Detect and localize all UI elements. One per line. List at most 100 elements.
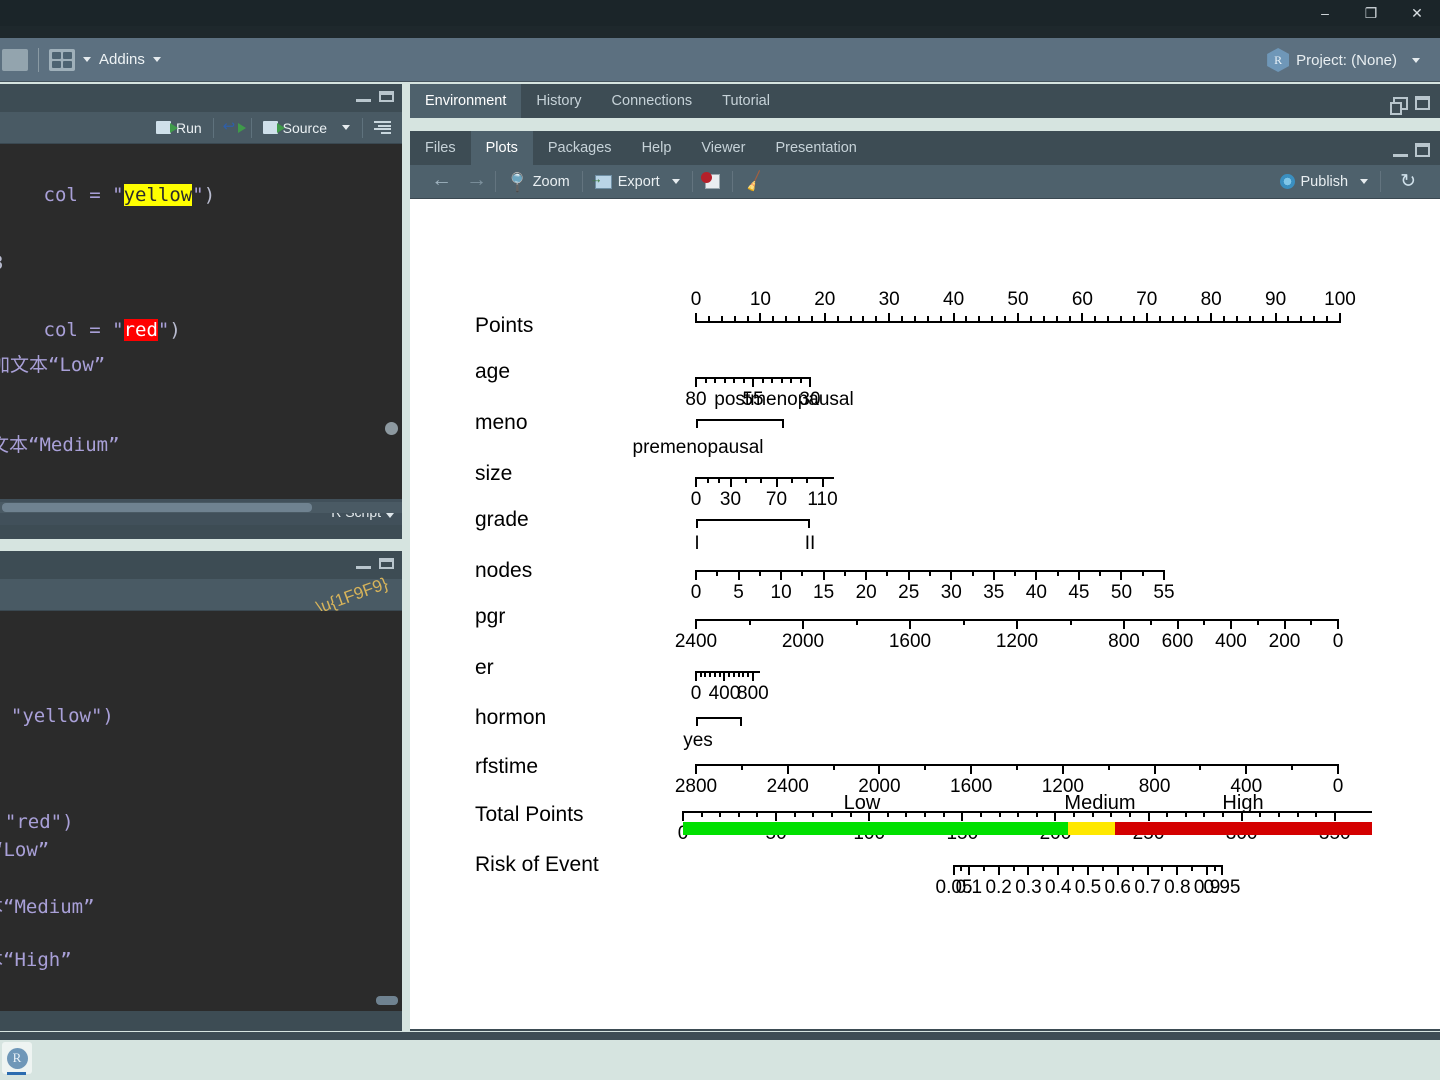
axis-major-tick-size-3 bbox=[821, 477, 824, 487]
previous-plot-button[interactable] bbox=[422, 168, 457, 192]
axis-major-tick-er-0 bbox=[695, 671, 697, 681]
editor-horizontal-scrollbar[interactable] bbox=[0, 502, 402, 513]
run-button[interactable]: Run bbox=[149, 120, 209, 136]
remove-plot-button[interactable] bbox=[696, 172, 729, 189]
source-chevron-down-icon[interactable] bbox=[342, 125, 350, 130]
axis-tick-label-Risk of Event-2: 0.2 bbox=[985, 877, 1012, 898]
refresh-plot-button[interactable]: ↻ bbox=[1384, 170, 1432, 193]
axis-minor-tick-Points-5-1 bbox=[1029, 316, 1032, 322]
axis-line-hormon bbox=[696, 717, 742, 719]
editor-scroll-indicator[interactable] bbox=[385, 422, 398, 435]
plots-minimize-icon[interactable] bbox=[1393, 146, 1408, 157]
env-minimize-icon[interactable] bbox=[1390, 97, 1408, 115]
axis-major-tick-Risk of Event-7 bbox=[1146, 865, 1149, 875]
nomogram-plot-canvas[interactable]: Points 0 10 20 30 40 50 60 70 80 90 100 age 80 55 30 men… bbox=[410, 199, 1440, 1029]
axis-minor-tick-Points-0-2 bbox=[720, 316, 723, 322]
export-chevron-down-icon[interactable] bbox=[671, 179, 680, 184]
axis-minor-tick-Points-7-4 bbox=[1197, 316, 1200, 322]
axis-minor-tick-nodes-9-1 bbox=[1099, 570, 1102, 576]
outline-button[interactable] bbox=[367, 121, 398, 134]
nomogram-row-label-rfstime: rfstime bbox=[475, 755, 538, 778]
zoom-button[interactable]: 🔍 Zoom bbox=[499, 169, 579, 194]
clear-all-plots-icon: 🧹 bbox=[742, 170, 768, 194]
arrow-right-icon bbox=[466, 168, 487, 192]
environment-tabset: Environment History Connections Tutorial bbox=[410, 84, 1440, 118]
color-band-medium bbox=[1068, 822, 1115, 835]
addins-chevron-down-icon[interactable] bbox=[152, 57, 161, 62]
axis-minor-tick-pgr-6-1 bbox=[1256, 619, 1259, 625]
chevron-down-icon[interactable] bbox=[83, 57, 91, 62]
clear-plots-button[interactable]: 🧹 bbox=[736, 170, 774, 194]
tab-plots[interactable]: Plots bbox=[470, 131, 533, 165]
axis-tick-label-pgr-2: 1600 bbox=[888, 631, 932, 652]
env-maximize-icon[interactable] bbox=[1415, 96, 1430, 110]
grid-icon[interactable] bbox=[49, 48, 75, 71]
tab-history[interactable]: History bbox=[521, 84, 596, 118]
plots-maximize-icon[interactable] bbox=[1415, 143, 1430, 157]
axis-major-tick-Total Points-4 bbox=[1054, 811, 1057, 821]
axis-tick-label-Points-0: 0 bbox=[690, 289, 702, 310]
console-output-area[interactable]: = "yellow") = "red") “Low” 本“Medium” 本“H… bbox=[0, 611, 402, 1011]
new-file-button[interactable] bbox=[2, 48, 28, 71]
source-button[interactable]: Source bbox=[256, 120, 334, 136]
axis-line-grade bbox=[696, 519, 810, 521]
console-maximize-icon[interactable] bbox=[379, 558, 394, 569]
axis-minor-tick-Points-8-4 bbox=[1261, 316, 1264, 322]
axis-minor-tick-age-0-1 bbox=[704, 377, 707, 383]
axis-major-tick-Total Points-7 bbox=[1333, 811, 1336, 821]
next-plot-button[interactable] bbox=[457, 168, 492, 192]
axis-minor-tick-pgr-5-1 bbox=[1203, 619, 1206, 625]
axis-major-tick-Points-3 bbox=[888, 313, 891, 323]
axis-major-tick-Risk of Event-0 bbox=[953, 865, 955, 875]
maximize-pane-icon[interactable] bbox=[379, 91, 394, 102]
project-chevron-down-icon[interactable] bbox=[1412, 57, 1420, 63]
axis-major-tick-Points-10 bbox=[1339, 313, 1341, 323]
project-selector[interactable]: R Project: (None) bbox=[1267, 38, 1428, 82]
editor-scroll-thumb[interactable] bbox=[2, 503, 312, 512]
axis-major-tick-Points-1 bbox=[759, 313, 762, 323]
axis-major-tick-nodes-6 bbox=[950, 570, 953, 580]
code-line-2: 3 bbox=[0, 252, 3, 274]
taskbar-rstudio-app[interactable]: R bbox=[2, 1042, 32, 1074]
axis-minor-tick-nodes-0-1 bbox=[716, 570, 719, 576]
tab-packages[interactable]: Packages bbox=[533, 131, 627, 165]
tab-presentation[interactable]: Presentation bbox=[760, 131, 871, 165]
close-button[interactable]: ✕ bbox=[1394, 0, 1440, 26]
addins-label[interactable]: Addins bbox=[99, 51, 145, 68]
axis-tick-label-Risk of Event-10: 0.95 bbox=[1203, 877, 1241, 898]
axis-major-tick-nodes-2 bbox=[780, 570, 783, 580]
tab-help[interactable]: Help bbox=[627, 131, 687, 165]
minimize-pane-icon[interactable] bbox=[356, 91, 371, 102]
axis-minor-tick-Total Points-0-3 bbox=[737, 811, 740, 817]
axis-minor-tick-rfstime-5-1 bbox=[1199, 764, 1202, 770]
nomogram-row-label-size: size bbox=[475, 462, 513, 485]
publish-button[interactable]: Publish bbox=[1271, 174, 1378, 190]
rerun-button[interactable] bbox=[218, 117, 247, 135]
toolbar-divider bbox=[38, 47, 39, 72]
publish-chevron-down-icon[interactable] bbox=[1360, 179, 1369, 184]
axis-minor-tick-Points-6-1 bbox=[1094, 316, 1097, 322]
axis-minor-tick-age-1-5 bbox=[799, 377, 802, 383]
tab-connections[interactable]: Connections bbox=[597, 84, 708, 118]
axis-tick-label-pgr-7: 200 bbox=[1268, 631, 1301, 652]
minimize-button[interactable]: – bbox=[1302, 0, 1348, 26]
axis-minor-tick-Risk of Event-9-1 bbox=[1213, 865, 1216, 871]
tab-environment[interactable]: Environment bbox=[410, 84, 522, 118]
axis-minor-tick-Points-9-4 bbox=[1326, 316, 1329, 322]
restore-button[interactable]: ❐ bbox=[1348, 0, 1394, 26]
tab-tutorial[interactable]: Tutorial bbox=[707, 84, 785, 118]
tab-viewer[interactable]: Viewer bbox=[686, 131, 760, 165]
axis-major-tick-Total Points-5 bbox=[1147, 811, 1150, 821]
console-minimize-icon[interactable] bbox=[356, 558, 371, 569]
axis-minor-tick-Risk of Event-5-1 bbox=[1101, 865, 1104, 871]
axis-major-tick-pgr-5 bbox=[1176, 619, 1179, 629]
axis-minor-tick-Total Points-5-3 bbox=[1203, 811, 1206, 817]
console-scroll-thumb[interactable] bbox=[376, 996, 398, 1005]
axis-minor-tick-er-1-5 bbox=[747, 671, 750, 677]
axis-tick-label-pgr-8: 0 bbox=[1332, 631, 1344, 652]
export-button[interactable]: Export bbox=[586, 171, 689, 190]
axis-minor-tick-er-0-4 bbox=[713, 671, 716, 677]
axis-tick-label-Points-2: 20 bbox=[814, 289, 836, 310]
source-code-area[interactable]: col = "yellow") 3 col = "red") 添加文本“Low”… bbox=[0, 144, 402, 499]
tab-files[interactable]: Files bbox=[410, 131, 471, 165]
